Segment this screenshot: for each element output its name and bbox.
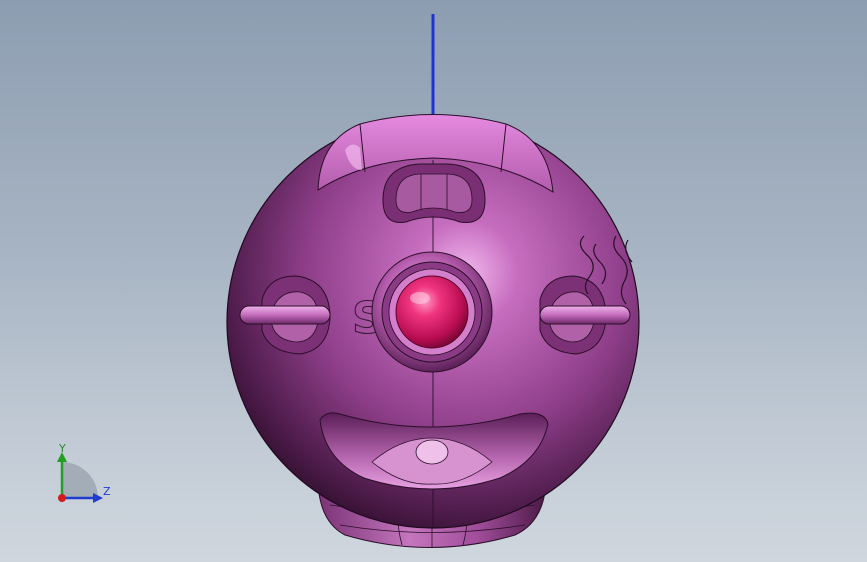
coordinate-triad: Y Z xyxy=(48,440,118,510)
robot-ball-model[interactable]: SPOT xyxy=(0,0,867,562)
y-axis-label: Y xyxy=(59,442,66,455)
z-axis-label: Z xyxy=(103,485,111,498)
eye-assembly[interactable] xyxy=(371,251,493,373)
graphics-viewport[interactable]: SPOT xyxy=(0,0,867,562)
top-vent[interactable] xyxy=(382,163,486,224)
eye-lens[interactable] xyxy=(395,275,469,349)
x-axis-dot xyxy=(58,494,66,502)
